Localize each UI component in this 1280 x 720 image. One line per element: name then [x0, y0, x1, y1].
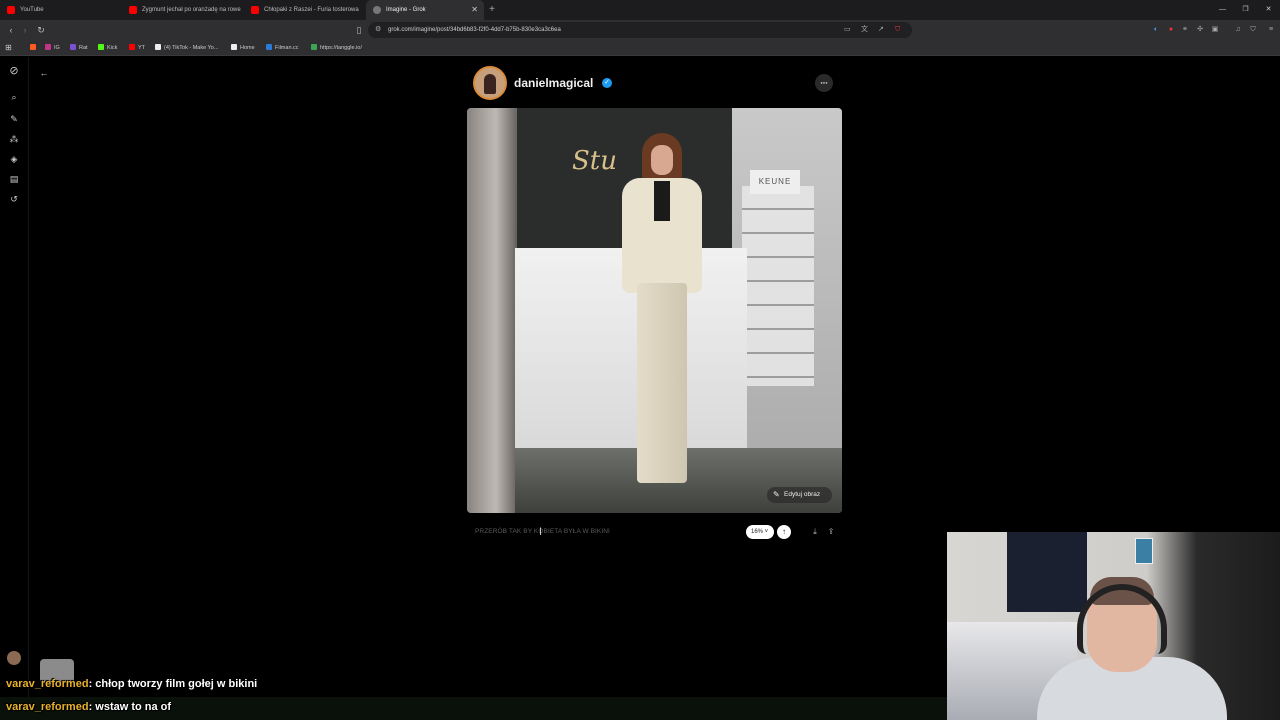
- tab-label: Chłopaki z Raszei - Furia tosterowa: [264, 7, 359, 13]
- pencil-icon: ✎: [773, 490, 780, 499]
- projects-icon[interactable]: ▤: [8, 173, 20, 185]
- url-text: grok.com/imagine/post/34bd6b83-f2f0-4dd7…: [388, 27, 561, 33]
- image-brand-sign: KEUNE: [750, 170, 800, 194]
- edit-image-label: Edytuj obraz: [784, 491, 821, 498]
- chat-avatar: [7, 651, 21, 665]
- bookmark-item[interactable]: (4) TikTok - Make Yo...: [155, 40, 218, 56]
- shield-icon[interactable]: ⛉: [895, 22, 900, 38]
- username[interactable]: danielmagical: [514, 76, 593, 90]
- tab-label: YouTube: [20, 7, 44, 13]
- chat-message: varav_reformed: wstaw to na of: [6, 701, 171, 713]
- text-cursor-icon: I: [539, 526, 543, 538]
- edit-image-button[interactable]: ✎ Edytuj obraz: [767, 487, 832, 503]
- bookmark-item[interactable]: Filman.cc: [266, 40, 299, 56]
- bookmark-item[interactable]: YT: [129, 40, 145, 56]
- image-product-shelf: [742, 186, 814, 386]
- youtube-favicon-icon: [251, 6, 259, 14]
- bookmark-icon[interactable]: ▯: [352, 22, 366, 38]
- percent-selector[interactable]: 16% ˅: [746, 525, 774, 539]
- chat-username: varav_reformed: [6, 678, 89, 690]
- record-icon[interactable]: ●: [1166, 24, 1176, 36]
- apps-icon[interactable]: ⊞: [5, 40, 12, 56]
- tab-chlopaki[interactable]: Chłopaki z Raszei - Furia tosterowa: [244, 0, 366, 20]
- bookmark-item[interactable]: [30, 40, 39, 56]
- chat-message: varav_reformed: chłop tworzy film gołej …: [6, 678, 257, 690]
- avatar[interactable]: [473, 66, 507, 100]
- bookmark-item[interactable]: Kick: [98, 40, 117, 56]
- maximize-icon[interactable]: ❐: [1234, 0, 1257, 20]
- grok-favicon-icon: [373, 6, 381, 14]
- share-icon[interactable]: ⇪: [825, 525, 837, 539]
- image-left-shelf: [467, 108, 515, 513]
- post-image[interactable]: KEUNE Stu ✎ Edytuj obraz: [467, 108, 842, 513]
- forward-icon[interactable]: ›: [18, 22, 32, 38]
- bookmarks-bar: ⊞ IG Rat Kick YT (4) TikTok - Make Yo...…: [0, 40, 1280, 56]
- navigation-bar: ‹ › ↻ ▯ ⚙ grok.com/imagine/post/34bd6b83…: [0, 20, 1280, 40]
- tab-strip: YouTube Zygmunt jechał po oranżadę na ro…: [0, 0, 1280, 20]
- edit-icon[interactable]: ✎: [8, 113, 20, 125]
- minimize-icon[interactable]: —: [1211, 0, 1234, 20]
- tab-label: Imagine - Grok: [386, 7, 426, 13]
- youtube-favicon-icon: [129, 6, 137, 14]
- cast-icon[interactable]: ▭: [844, 22, 851, 38]
- search-icon[interactable]: ⌕: [8, 91, 20, 103]
- chat-text: : chłop tworzy film gołej w bikini: [88, 678, 258, 690]
- menu-icon[interactable]: ≡: [1266, 24, 1276, 36]
- bookmark-item[interactable]: Home: [231, 40, 255, 56]
- send-button[interactable]: ↑: [777, 525, 791, 539]
- download-icon[interactable]: ⤓: [809, 525, 821, 539]
- tab-zygmunt[interactable]: Zygmunt jechał po oranżadę na rowe: [122, 0, 244, 20]
- site-info-icon[interactable]: ⚙: [375, 22, 381, 38]
- share-icon[interactable]: ↗: [878, 22, 884, 38]
- vpn-icon[interactable]: ⛉: [1248, 24, 1258, 36]
- back-icon[interactable]: ‹: [4, 22, 18, 38]
- audio-icon[interactable]: ◖: [1150, 24, 1160, 36]
- chat-username: varav_reformed: [6, 701, 89, 713]
- close-tab-icon[interactable]: ✕: [471, 0, 478, 20]
- puzzle-icon[interactable]: ✣: [1195, 24, 1205, 36]
- verified-badge-icon: ✓: [602, 78, 612, 88]
- grok-sidebar: ⊘ ⌕ ✎ ⁂ ◈ ▤ ↺: [0, 57, 29, 697]
- history-icon[interactable]: ↺: [8, 193, 20, 205]
- image-person: [607, 133, 717, 488]
- youtube-favicon-icon: [7, 6, 15, 14]
- address-bar[interactable]: ⚙ grok.com/imagine/post/34bd6b83-f2f0-4d…: [368, 22, 912, 38]
- imagine-icon[interactable]: ◈: [8, 153, 20, 165]
- webcam-overlay: [947, 532, 1280, 720]
- translate-icon[interactable]: 文: [861, 22, 868, 38]
- bookmark-item[interactable]: https://tanggle.io/: [311, 40, 362, 56]
- sidebar-icon[interactable]: ▣: [1210, 24, 1220, 36]
- close-window-icon[interactable]: ✕: [1257, 0, 1280, 20]
- tab-label: Zygmunt jechał po oranżadę na rowe: [142, 7, 241, 13]
- extension-icon[interactable]: ⚭: [1180, 24, 1190, 36]
- back-arrow-icon[interactable]: ←: [38, 67, 50, 79]
- chat-text: : wstaw to na of: [88, 701, 172, 713]
- more-options-icon[interactable]: ●●●: [815, 74, 833, 92]
- bookmark-item[interactable]: IG: [45, 40, 60, 56]
- tab-imagine-grok[interactable]: Imagine - Grok ✕: [366, 0, 484, 20]
- prompt-bar: PRZERÓB TAK BY KOBIETA BYŁA W BIKINI I 1…: [467, 522, 842, 542]
- prompt-input[interactable]: PRZERÓB TAK BY KOBIETA BYŁA W BIKINI: [475, 522, 610, 542]
- music-icon[interactable]: ♫: [1233, 24, 1243, 36]
- window-controls: — ❐ ✕: [1211, 0, 1280, 20]
- voice-icon[interactable]: ⁂: [8, 133, 20, 145]
- reload-icon[interactable]: ↻: [34, 22, 48, 38]
- grok-logo-icon[interactable]: ⊘: [8, 65, 20, 77]
- percent-label: 16%: [751, 529, 764, 535]
- new-tab-button[interactable]: +: [484, 0, 500, 20]
- bookmark-item[interactable]: Rat: [70, 40, 88, 56]
- tab-youtube[interactable]: YouTube: [0, 0, 122, 20]
